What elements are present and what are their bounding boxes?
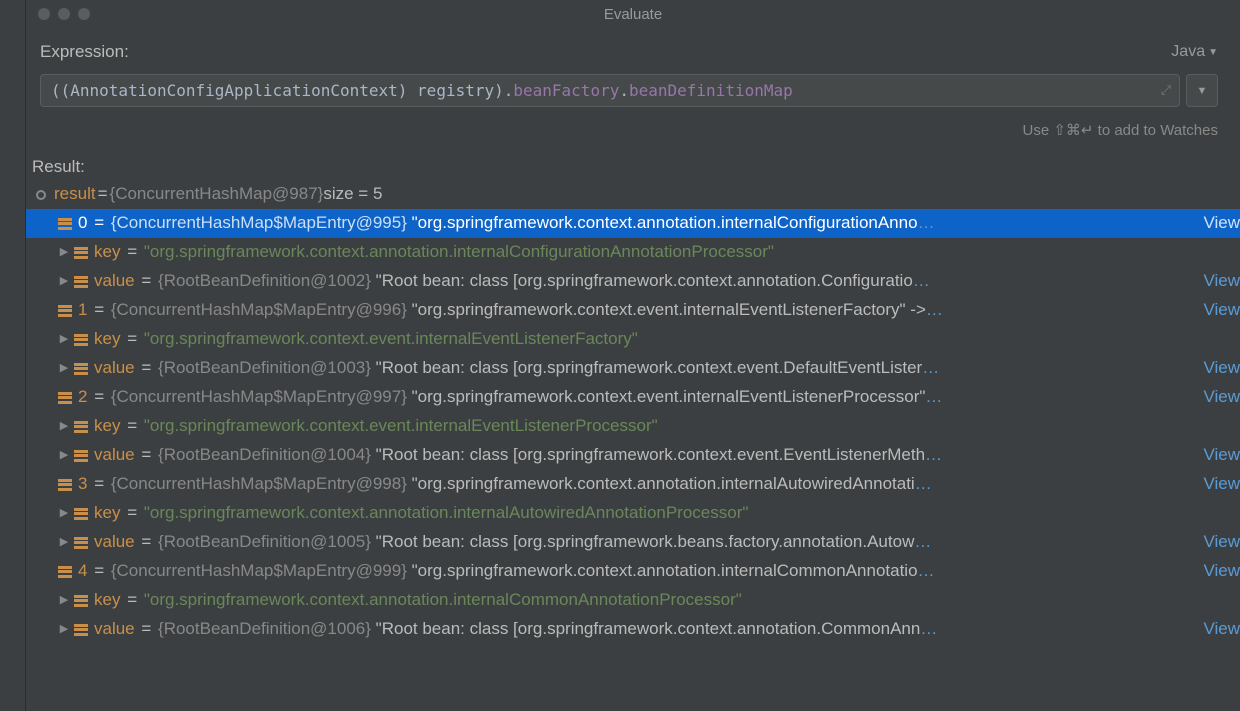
evaluate-dialog: Evaluate Expression: Java ▼ ((Annotation… xyxy=(26,0,1240,711)
view-link[interactable]: View xyxy=(1203,267,1240,296)
object-icon xyxy=(72,246,90,260)
expand-arrow-icon[interactable]: ▶ xyxy=(56,620,72,639)
titlebar: Evaluate xyxy=(26,0,1240,28)
tree-row-value[interactable]: ▶value = {RootBeanDefinition@1005} "Root… xyxy=(26,528,1240,557)
tree-row-key[interactable]: ▶key = "org.springframework.context.even… xyxy=(26,412,1240,441)
editor-gutter xyxy=(0,0,26,711)
expression-history-button[interactable]: ▼ xyxy=(1186,74,1218,107)
expand-icon[interactable]: ⤢ xyxy=(1161,83,1171,98)
expand-arrow-icon[interactable]: ▶ xyxy=(56,504,72,523)
expand-arrow-icon[interactable]: ▶ xyxy=(56,359,72,378)
view-link[interactable]: View xyxy=(1203,383,1240,412)
language-selector[interactable]: Java ▼ xyxy=(1171,43,1218,61)
expression-section: Expression: Java ▼ ((AnnotationConfigApp… xyxy=(26,28,1240,113)
zoom-window-button[interactable] xyxy=(78,8,90,20)
expr-token: ((AnnotationConfigApplicationContext) re… xyxy=(51,81,513,100)
tree-row-key[interactable]: ▶key = "org.springframework.context.anno… xyxy=(26,499,1240,528)
object-icon xyxy=(56,391,74,405)
expand-arrow-icon[interactable]: ▶ xyxy=(56,272,72,291)
tree-row-entry[interactable]: 0 = {ConcurrentHashMap$MapEntry@995} "or… xyxy=(26,209,1240,238)
object-icon xyxy=(56,478,74,492)
minimize-window-button[interactable] xyxy=(58,8,70,20)
object-icon xyxy=(72,333,90,347)
object-icon xyxy=(72,449,90,463)
window-title: Evaluate xyxy=(604,6,662,23)
object-icon xyxy=(72,275,90,289)
object-icon xyxy=(72,623,90,637)
object-icon xyxy=(56,304,74,318)
tree-row-entry[interactable]: 2 = {ConcurrentHashMap$MapEntry@997} "or… xyxy=(26,383,1240,412)
object-icon xyxy=(32,188,50,202)
expression-input[interactable]: ((AnnotationConfigApplicationContext) re… xyxy=(40,74,1180,107)
tree-row-entry[interactable]: 4 = {ConcurrentHashMap$MapEntry@999} "or… xyxy=(26,557,1240,586)
expand-arrow-icon[interactable]: ▶ xyxy=(56,591,72,610)
expr-token: beanDefinitionMap xyxy=(629,81,793,100)
tree-row-value[interactable]: ▶value = {RootBeanDefinition@1004} "Root… xyxy=(26,441,1240,470)
view-link[interactable]: View xyxy=(1203,354,1240,383)
view-link[interactable]: View xyxy=(1203,615,1240,644)
object-icon xyxy=(72,420,90,434)
view-link[interactable]: View xyxy=(1203,209,1240,238)
tree-row-key[interactable]: ▶key = "org.springframework.context.anno… xyxy=(26,586,1240,615)
result-label: Result: xyxy=(26,157,1240,177)
tree-row-root[interactable]: result = {ConcurrentHashMap@987} size = … xyxy=(26,180,1240,209)
expr-token: . xyxy=(619,81,629,100)
expand-arrow-icon[interactable]: ▶ xyxy=(56,417,72,436)
window-controls xyxy=(26,8,90,20)
close-window-button[interactable] xyxy=(38,8,50,20)
view-link[interactable]: View xyxy=(1203,441,1240,470)
tree-row-value[interactable]: ▶value = {RootBeanDefinition@1002} "Root… xyxy=(26,267,1240,296)
chevron-down-icon: ▼ xyxy=(1208,47,1218,58)
object-icon xyxy=(72,507,90,521)
tree-row-key[interactable]: ▶key = "org.springframework.context.anno… xyxy=(26,238,1240,267)
expr-token: beanFactory xyxy=(513,81,619,100)
result-tree: result = {ConcurrentHashMap@987} size = … xyxy=(26,180,1240,644)
result-section: Result: result = {ConcurrentHashMap@987}… xyxy=(26,139,1240,711)
expand-arrow-icon[interactable]: ▶ xyxy=(56,533,72,552)
tree-row-entry[interactable]: 1 = {ConcurrentHashMap$MapEntry@996} "or… xyxy=(26,296,1240,325)
chevron-down-icon: ▼ xyxy=(1197,85,1208,97)
object-icon xyxy=(72,536,90,550)
language-value: Java xyxy=(1171,43,1205,61)
watches-hint: Use ⇧⌘↵ to add to Watches xyxy=(26,113,1240,139)
tree-row-entry[interactable]: 3 = {ConcurrentHashMap$MapEntry@998} "or… xyxy=(26,470,1240,499)
tree-row-key[interactable]: ▶key = "org.springframework.context.even… xyxy=(26,325,1240,354)
view-link[interactable]: View xyxy=(1203,557,1240,586)
expression-label: Expression: xyxy=(40,42,129,62)
tree-row-value[interactable]: ▶value = {RootBeanDefinition@1003} "Root… xyxy=(26,354,1240,383)
view-link[interactable]: View xyxy=(1203,528,1240,557)
object-icon xyxy=(72,362,90,376)
object-icon xyxy=(56,217,74,231)
expand-arrow-icon[interactable]: ▶ xyxy=(56,243,72,262)
view-link[interactable]: View xyxy=(1203,470,1240,499)
tree-row-value[interactable]: ▶value = {RootBeanDefinition@1006} "Root… xyxy=(26,615,1240,644)
expand-arrow-icon[interactable]: ▶ xyxy=(56,446,72,465)
view-link[interactable]: View xyxy=(1203,296,1240,325)
object-icon xyxy=(72,594,90,608)
object-icon xyxy=(56,565,74,579)
expand-arrow-icon[interactable]: ▶ xyxy=(56,330,72,349)
